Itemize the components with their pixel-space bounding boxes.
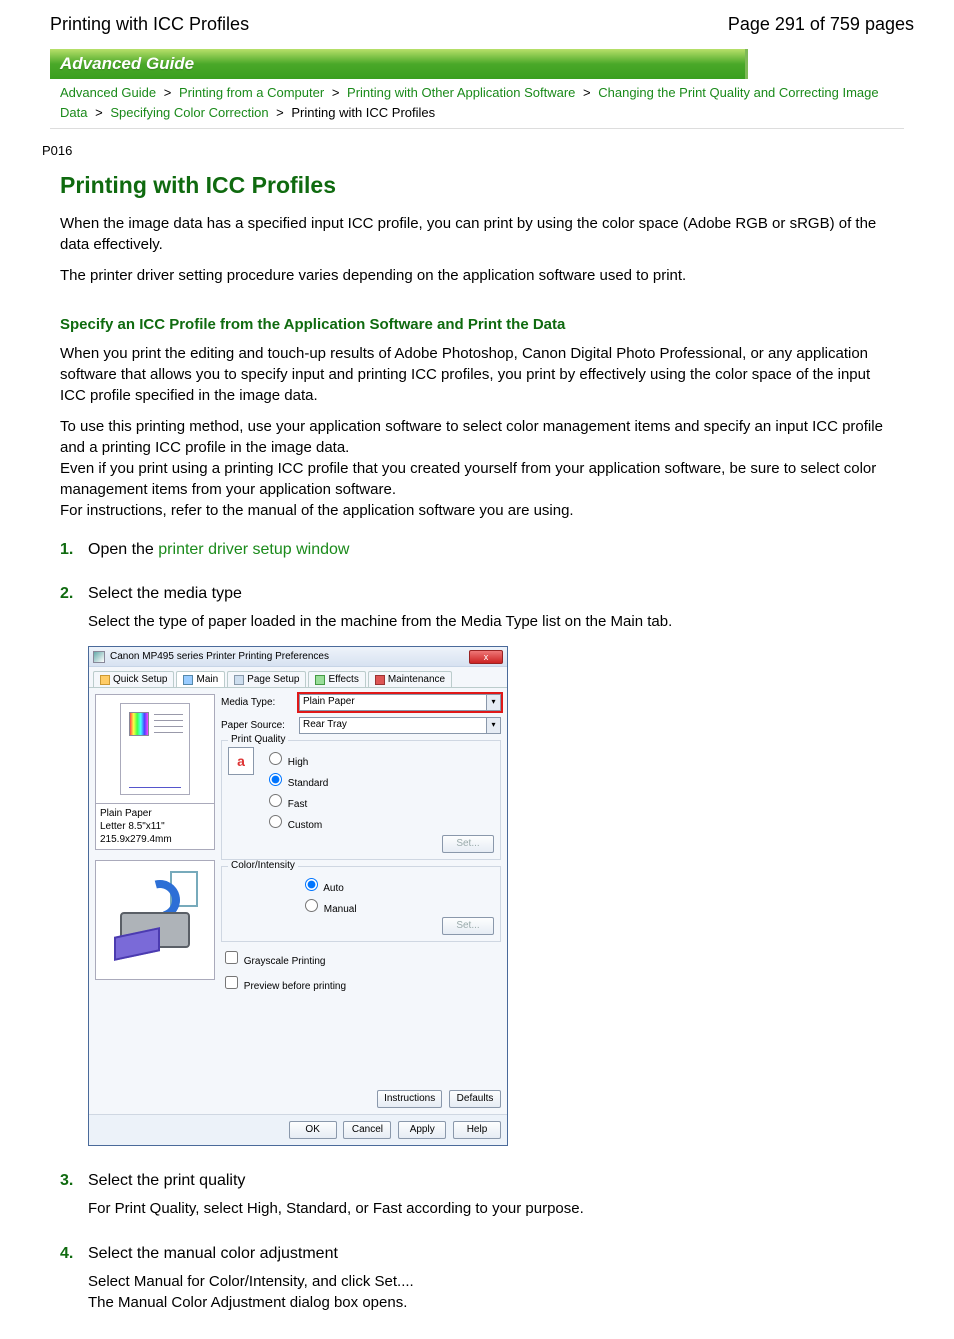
cancel-button[interactable]: Cancel bbox=[343, 1121, 391, 1139]
tab-quick-setup[interactable]: Quick Setup bbox=[93, 671, 174, 687]
media-type-select[interactable]: Plain Paper ▾ bbox=[299, 694, 501, 711]
step-3-body: For Print Quality, select High, Standard… bbox=[88, 1198, 894, 1219]
ok-button[interactable]: OK bbox=[289, 1121, 337, 1139]
printer-driver-setup-link[interactable]: printer driver setup window bbox=[158, 541, 349, 558]
paper-source-select[interactable]: Rear Tray ▾ bbox=[299, 717, 501, 734]
crumb-advanced-guide[interactable]: Advanced Guide bbox=[60, 85, 156, 100]
breadcrumb: Advanced Guide > Printing from a Compute… bbox=[60, 83, 894, 122]
paper-info-size: Letter 8.5"x11" 215.9x279.4mm bbox=[100, 820, 210, 846]
crumb-current: Printing with ICC Profiles bbox=[291, 105, 435, 120]
paper-info: Plain Paper Letter 8.5"x11" 215.9x279.4m… bbox=[95, 804, 215, 850]
quality-high-radio[interactable]: High bbox=[264, 749, 328, 768]
divider bbox=[50, 128, 904, 129]
page-preview bbox=[95, 694, 215, 804]
quality-standard-radio[interactable]: Standard bbox=[264, 770, 328, 789]
step-4-body: Select Manual for Color/Intensity, and c… bbox=[88, 1271, 894, 1313]
crumb-printing-from-computer[interactable]: Printing from a Computer bbox=[179, 85, 324, 100]
close-button[interactable]: x bbox=[469, 650, 503, 664]
step-num-1: 1. bbox=[60, 541, 88, 559]
section-para-2: To use this printing method, use your ap… bbox=[60, 416, 894, 521]
dialog-tabs: Quick Setup Main Page Setup Effects Main… bbox=[89, 667, 507, 688]
quality-thumbnail: a bbox=[228, 747, 254, 775]
step-num-4: 4. bbox=[60, 1245, 88, 1263]
intro-para-1: When the image data has a specified inpu… bbox=[60, 213, 894, 255]
preview-before-checkbox[interactable]: Preview before printing bbox=[221, 981, 346, 992]
tab-page-setup[interactable]: Page Setup bbox=[227, 671, 306, 687]
printing-preferences-dialog: Canon MP495 series Printer Printing Pref… bbox=[88, 646, 508, 1146]
step-2-body: Select the type of paper loaded in the m… bbox=[88, 611, 894, 632]
page-ref: P016 bbox=[42, 143, 954, 158]
media-type-label: Media Type: bbox=[221, 697, 293, 708]
doc-title: Printing with ICC Profiles bbox=[50, 14, 249, 35]
step-1-text: Open the bbox=[88, 541, 158, 558]
quality-custom-radio[interactable]: Custom bbox=[264, 812, 328, 831]
tab-maintenance[interactable]: Maintenance bbox=[368, 671, 452, 687]
crumb-sep: > bbox=[276, 105, 284, 120]
step-title-1: Open the printer driver setup window bbox=[88, 541, 349, 559]
step-title-4: Select the manual color adjustment bbox=[88, 1245, 338, 1263]
crumb-printing-other-app[interactable]: Printing with Other Application Software bbox=[347, 85, 575, 100]
intro-para-2: The printer driver setting procedure var… bbox=[60, 265, 894, 286]
section-heading: Specify an ICC Profile from the Applicat… bbox=[60, 316, 894, 333]
paper-info-type: Plain Paper bbox=[100, 807, 210, 820]
step-num-2: 2. bbox=[60, 585, 88, 603]
crumb-sep: > bbox=[332, 85, 340, 100]
page-title: Printing with ICC Profiles bbox=[60, 172, 894, 199]
banner-advanced-guide: Advanced Guide bbox=[50, 49, 748, 79]
color-auto-radio[interactable]: Auto bbox=[300, 875, 494, 894]
chevron-down-icon: ▾ bbox=[486, 695, 500, 710]
dialog-title: Canon MP495 series Printer Printing Pref… bbox=[110, 651, 469, 662]
color-intensity-group: Color/Intensity Auto Manual Set... bbox=[221, 866, 501, 942]
quality-set-button[interactable]: Set... bbox=[442, 835, 494, 853]
apply-button[interactable]: Apply bbox=[398, 1121, 446, 1139]
color-set-button[interactable]: Set... bbox=[442, 917, 494, 935]
step-num-3: 3. bbox=[60, 1172, 88, 1190]
defaults-button[interactable]: Defaults bbox=[449, 1090, 501, 1108]
color-intensity-label: Color/Intensity bbox=[228, 860, 298, 871]
crumb-sep: > bbox=[164, 85, 172, 100]
print-quality-group: Print Quality a High Standard Fast Custo… bbox=[221, 740, 501, 860]
paper-source-label: Paper Source: bbox=[221, 720, 293, 731]
printer-illustration bbox=[95, 860, 215, 980]
quality-fast-radio[interactable]: Fast bbox=[264, 791, 328, 810]
tab-effects[interactable]: Effects bbox=[308, 671, 365, 687]
instructions-button[interactable]: Instructions bbox=[377, 1090, 442, 1108]
chevron-down-icon: ▾ bbox=[486, 718, 500, 733]
crumb-specifying-color-correction[interactable]: Specifying Color Correction bbox=[110, 105, 268, 120]
crumb-sep: > bbox=[95, 105, 103, 120]
dialog-icon bbox=[93, 651, 105, 663]
page-indicator: Page 291 of 759 pages bbox=[728, 14, 914, 35]
crumb-sep: > bbox=[583, 85, 591, 100]
help-button[interactable]: Help bbox=[453, 1121, 501, 1139]
section-para-1: When you print the editing and touch-up … bbox=[60, 343, 894, 406]
step-title-3: Select the print quality bbox=[88, 1172, 245, 1190]
print-quality-label: Print Quality bbox=[228, 734, 288, 745]
step-title-2: Select the media type bbox=[88, 585, 242, 603]
grayscale-checkbox[interactable]: Grayscale Printing bbox=[221, 956, 325, 967]
tab-main[interactable]: Main bbox=[176, 671, 225, 687]
color-manual-radio[interactable]: Manual bbox=[300, 896, 494, 915]
